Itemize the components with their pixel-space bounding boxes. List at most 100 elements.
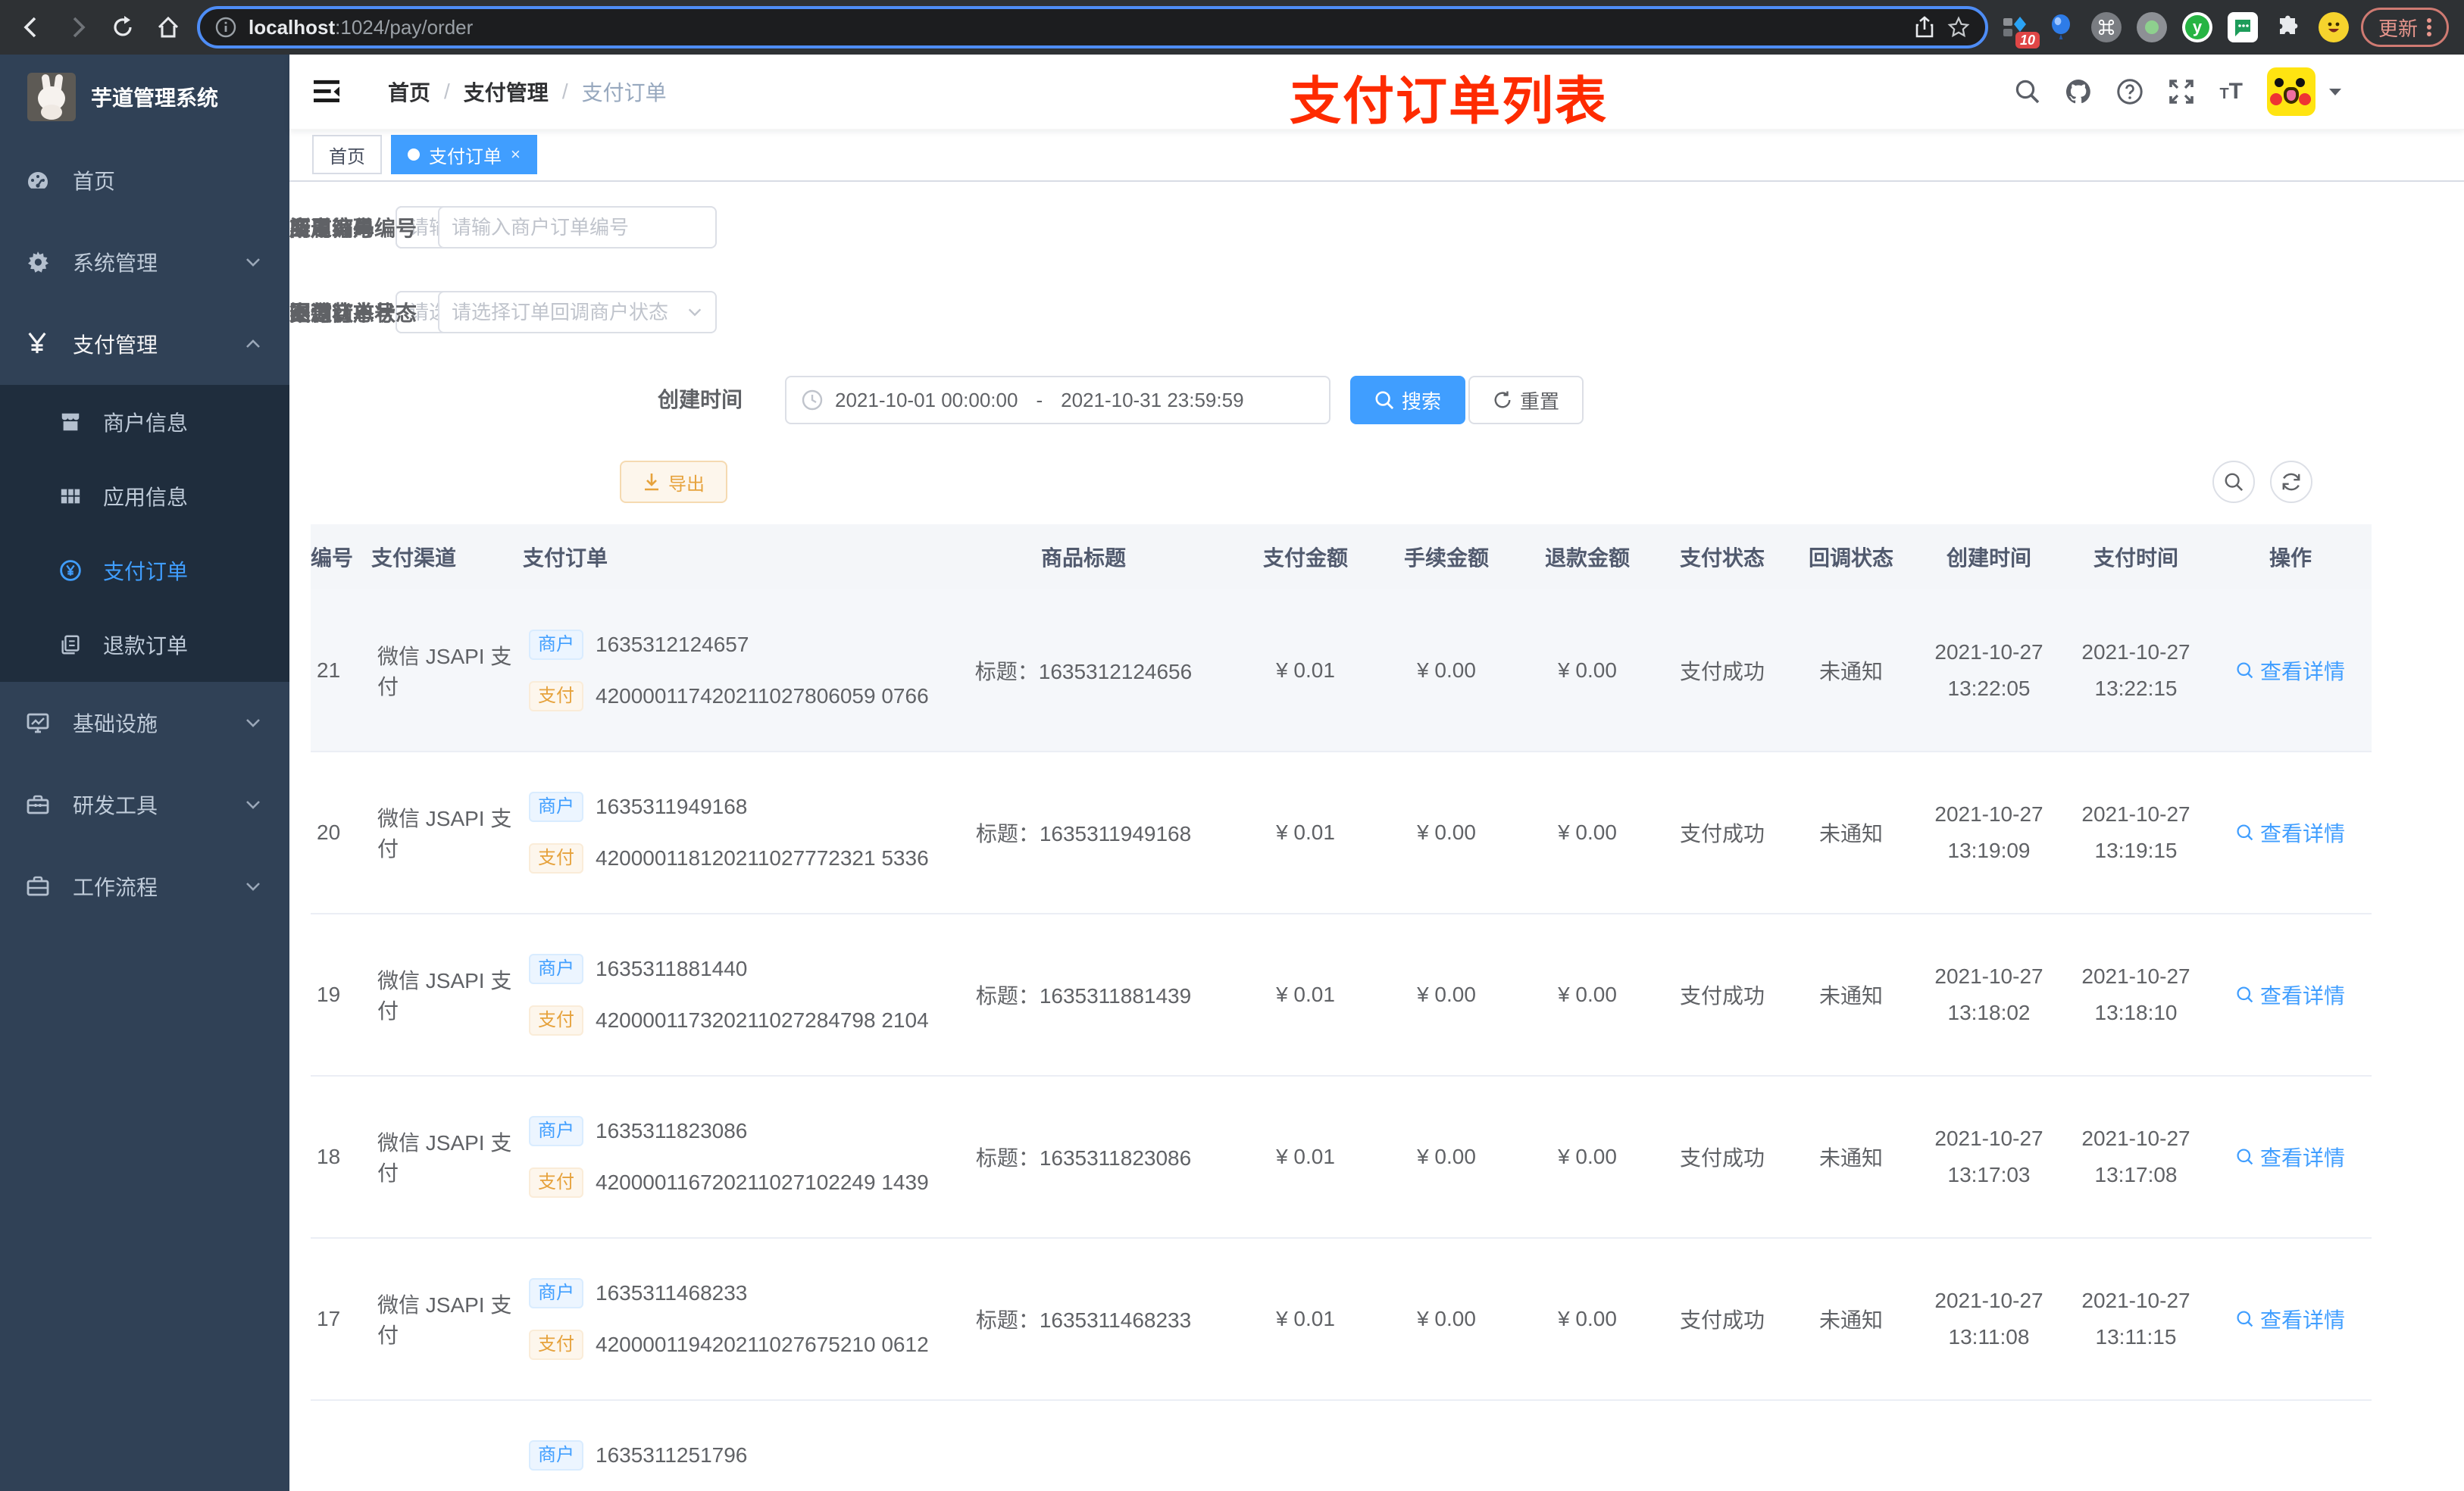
sidebar-item-workflow[interactable]: 工作流程 bbox=[0, 846, 289, 927]
home-icon[interactable] bbox=[152, 11, 185, 44]
sidebar-item-dev-tools[interactable]: 研发工具 bbox=[0, 764, 289, 846]
reload-icon[interactable] bbox=[106, 11, 139, 44]
sidebar-item-app-info[interactable]: 应用信息 bbox=[0, 459, 289, 533]
share-icon[interactable] bbox=[1914, 16, 1935, 39]
font-size-icon[interactable]: TT bbox=[2219, 79, 2243, 105]
merchant-order-no: 1635311823086 bbox=[596, 1119, 748, 1142]
cell-pay-time: 2021-10-27 13:11:15 bbox=[2062, 1238, 2209, 1401]
header-search-icon[interactable] bbox=[2015, 79, 2040, 105]
col-amount: 支付金额 bbox=[1235, 524, 1376, 589]
cell-title: 标题：1635311881439 bbox=[932, 914, 1235, 1077]
cell-refund: ¥ 0.00 bbox=[1517, 589, 1658, 752]
merchant-tag: 商户 bbox=[529, 1278, 583, 1308]
merchant-tag: 商户 bbox=[529, 1116, 583, 1146]
yen-circle-icon bbox=[59, 559, 82, 582]
toolbox-icon bbox=[26, 792, 50, 817]
url-bar[interactable]: localhost:1024/pay/order bbox=[197, 6, 1988, 48]
col-refund: 退款金额 bbox=[1517, 524, 1658, 589]
chat-extension-icon[interactable] bbox=[2227, 12, 2258, 42]
filter-label: 回调商户状态 bbox=[289, 302, 417, 325]
merchant-tag: 商户 bbox=[529, 1440, 583, 1471]
cell-actions: 查看详情 bbox=[2209, 589, 2372, 752]
sidebar-item-system[interactable]: 系统管理 bbox=[0, 221, 289, 303]
col-actions: 操作 bbox=[2209, 524, 2372, 589]
view-detail-link[interactable]: 查看详情 bbox=[2236, 1142, 2345, 1172]
sidebar-item-infra[interactable]: 基础设施 bbox=[0, 682, 289, 764]
user-avatar[interactable] bbox=[2267, 67, 2315, 116]
top-header: 首页 / 支付管理 / 支付订单 支付订单列表 TT bbox=[289, 55, 2464, 130]
filter-row-2: 渠道订单号 支付状态 bbox=[289, 291, 2464, 333]
bookmark-star-icon[interactable] bbox=[1947, 16, 1970, 39]
download-icon bbox=[645, 474, 658, 491]
detail-search-icon bbox=[2237, 1149, 2253, 1165]
cell-order: 商户 1635311881440 支付 42000011732021102728… bbox=[523, 914, 932, 1077]
profile-avatar-icon[interactable] bbox=[2318, 12, 2349, 42]
app-logo[interactable]: 芋道管理系统 bbox=[0, 55, 289, 139]
dot-extension-icon[interactable] bbox=[2136, 12, 2167, 42]
date-range-input[interactable]: 2021-10-01 00:00:00 - 2021-10-31 23:59:5… bbox=[785, 376, 1330, 424]
grid-icon bbox=[59, 485, 82, 508]
extensions-puzzle-icon[interactable] bbox=[2273, 12, 2303, 42]
view-detail-link[interactable]: 查看详情 bbox=[2236, 817, 2345, 848]
reset-button[interactable]: 重置 bbox=[1468, 376, 1584, 424]
cell-create-time: 2021-10-27 13:22:05 bbox=[1915, 589, 2062, 752]
cell-amount: ¥ 0.01 bbox=[1235, 752, 1376, 914]
col-callback-status: 回调状态 bbox=[1787, 524, 1915, 589]
user-menu-caret-icon[interactable] bbox=[2328, 86, 2343, 98]
browser-chrome: localhost:1024/pay/order 10 y 更新 bbox=[0, 0, 2464, 55]
extension-badge: 10 bbox=[2015, 32, 2040, 48]
cell-callback-status bbox=[1787, 1400, 1915, 1491]
help-icon[interactable] bbox=[2116, 78, 2143, 105]
y-extension-icon[interactable]: y bbox=[2181, 12, 2212, 42]
table-toolbar: 导出 bbox=[289, 461, 2464, 503]
select-chevron-icon bbox=[686, 304, 703, 320]
tab-pay-order[interactable]: 支付订单 × bbox=[391, 135, 537, 174]
filter-input-control[interactable] bbox=[452, 300, 678, 324]
browser-update-button[interactable]: 更新 bbox=[2360, 8, 2449, 47]
cell-pay-status: 支付成功 bbox=[1658, 1076, 1787, 1239]
filter-input[interactable] bbox=[438, 206, 718, 248]
forward-icon[interactable] bbox=[61, 11, 94, 44]
cell-actions bbox=[2209, 1400, 2372, 1491]
sidebar-item-merchant-info[interactable]: 商户信息 bbox=[0, 385, 289, 459]
view-detail-link[interactable]: 查看详情 bbox=[2236, 1304, 2345, 1334]
browser-menu-icon[interactable] bbox=[2427, 16, 2431, 39]
cell-order: 商户 1635312124657 支付 42000011742021102780… bbox=[523, 589, 932, 752]
collapse-sidebar-icon[interactable] bbox=[289, 79, 364, 105]
tab-home[interactable]: 首页 bbox=[312, 135, 382, 174]
cell-pay-time: 2021-10-27 13:19:15 bbox=[2062, 752, 2209, 914]
breadcrumb-pay[interactable]: 支付管理 bbox=[464, 77, 549, 107]
view-detail-link[interactable]: 查看详情 bbox=[2236, 980, 2345, 1010]
sidebar-item-pay[interactable]: 支付管理 bbox=[0, 303, 289, 385]
back-icon[interactable] bbox=[15, 11, 48, 44]
balloon-extension-icon[interactable] bbox=[2046, 12, 2076, 42]
view-detail-link[interactable]: 查看详情 bbox=[2236, 655, 2345, 686]
cell-fee: ¥ 0.00 bbox=[1376, 1076, 1517, 1239]
extension-pinned-icon[interactable]: 10 bbox=[2000, 12, 2040, 48]
merchant-order-no: 1635311468233 bbox=[596, 1281, 748, 1305]
cell-id: 19 bbox=[311, 914, 371, 1077]
breadcrumb-home[interactable]: 首页 bbox=[388, 77, 430, 107]
sidebar-item-pay-order[interactable]: 支付订单 bbox=[0, 533, 289, 608]
pay-order-no: 420000118120211027772321 5336 bbox=[596, 846, 929, 870]
command-extension-icon[interactable] bbox=[2090, 12, 2122, 42]
site-info-icon[interactable] bbox=[215, 17, 236, 38]
filter-field: 商户订单编号 bbox=[289, 206, 718, 248]
refresh-table-button[interactable] bbox=[2270, 461, 2312, 503]
close-tab-icon[interactable]: × bbox=[511, 145, 521, 164]
chevron-down-icon bbox=[244, 714, 262, 732]
filter-input-control[interactable] bbox=[452, 215, 704, 239]
search-button[interactable]: 搜索 bbox=[1350, 376, 1466, 424]
sidebar-item-label: 基础设施 bbox=[73, 712, 158, 736]
sidebar-item-home[interactable]: 首页 bbox=[0, 139, 289, 221]
toggle-search-button[interactable] bbox=[2212, 461, 2255, 503]
export-button[interactable]: 导出 bbox=[620, 461, 727, 503]
github-icon[interactable] bbox=[2065, 78, 2092, 105]
cell-pay-status: 支付成功 bbox=[1658, 914, 1787, 1077]
fullscreen-icon[interactable] bbox=[2168, 78, 2195, 105]
sidebar-item-label: 商户信息 bbox=[103, 411, 189, 435]
table-row: 18 微信 JSAPI 支付 商户 1635311823086 支付 42000… bbox=[311, 1076, 2372, 1239]
cell-callback-status: 未通知 bbox=[1787, 914, 1915, 1077]
sidebar-item-refund-order[interactable]: 退款订单 bbox=[0, 608, 289, 682]
filter-input[interactable] bbox=[438, 291, 718, 333]
